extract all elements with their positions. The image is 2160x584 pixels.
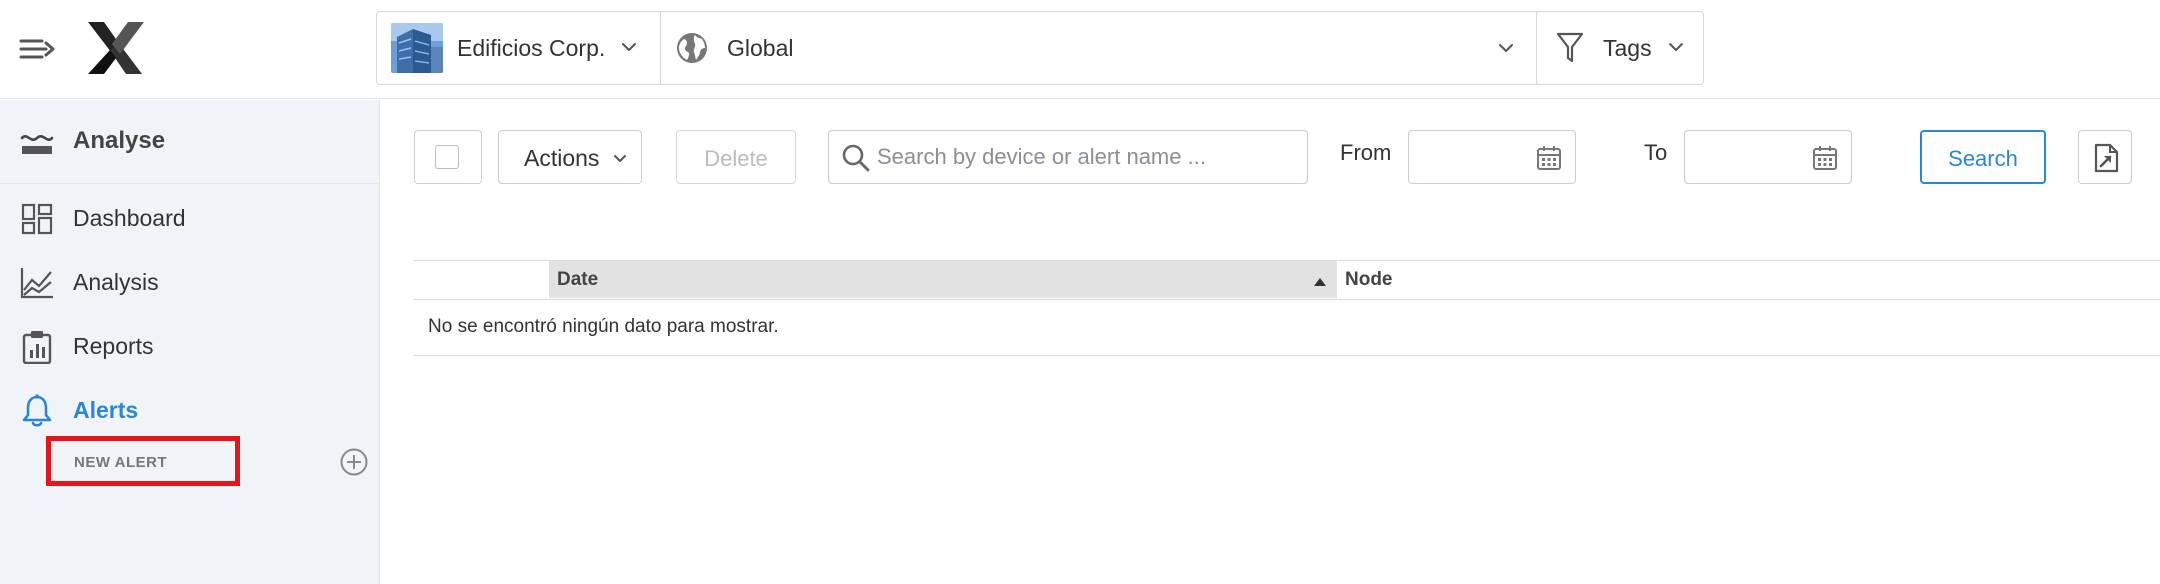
chevron-down-icon [621,39,637,57]
sidebar: Analyse Dashboard Analysis Reports Alert… [0,100,380,584]
chevron-down-icon [1498,40,1514,58]
context-selector-bar: Edificios Corp. Global Tags [376,11,1704,85]
to-label: To [1644,140,1668,165]
bell-icon [20,394,54,428]
calendar-icon [1812,145,1838,176]
from-date-input[interactable] [1408,130,1576,184]
search-button-label: Search [1948,146,2018,171]
export-button[interactable] [2078,130,2132,184]
search-button[interactable]: Search [1920,130,2046,184]
company-selector[interactable]: Edificios Corp. [377,12,661,84]
analysis-chart-icon [20,266,54,300]
to-date-input[interactable] [1684,130,1852,184]
reports-clipboard-icon [20,330,54,365]
sidebar-item-label: Dashboard [73,205,186,231]
from-label: From [1340,140,1392,165]
globe-icon [675,31,709,65]
company-name: Edificios Corp. [457,34,606,61]
sidebar-item-alerts[interactable]: Alerts [0,382,380,438]
alerts-table: Date Node No se encontró ningún dato par… [414,260,2160,356]
select-all-checkbox[interactable] [414,130,482,184]
scope-name: Global [727,34,794,61]
sidebar-item-label: Alerts [73,397,139,423]
filter-funnel-icon [1555,31,1585,65]
new-alert-label: NEW ALERT [74,454,168,471]
add-circle-icon[interactable] [339,447,369,477]
sort-ascending-icon [1313,274,1327,292]
checkbox-box [435,145,459,169]
top-bar: Edificios Corp. Global Tags [0,0,2160,99]
table-header: Date Node [414,260,2160,300]
column-header-label: Date [557,269,599,290]
chevron-down-icon [1668,39,1684,57]
sidebar-section-analyse[interactable]: Analyse [0,100,380,184]
main-content: Actions Delete From To [380,100,2160,584]
brand-logo[interactable] [86,20,146,76]
sidebar-item-reports[interactable]: Reports [0,318,380,374]
analyse-wave-icon [20,130,54,161]
sidebar-item-label: Reports [73,333,154,359]
empty-state-message: No se encontró ningún dato para mostrar. [428,316,779,337]
table-empty-row: No se encontró ningún dato para mostrar. [414,300,2160,356]
sidebar-section-title: Analyse [73,127,166,154]
delete-label: Delete [704,146,768,171]
menu-expand-icon[interactable] [18,30,58,70]
scope-selector[interactable]: Global [661,12,1537,84]
search-field[interactable] [828,130,1308,184]
search-icon [841,143,871,178]
actions-label: Actions [524,145,600,171]
search-input[interactable] [877,139,1297,175]
column-header-label: Node [1345,269,1393,290]
table-header-select-column [414,261,549,298]
tags-filter[interactable]: Tags [1537,12,1703,84]
chevron-down-icon [613,151,627,169]
dashboard-icon [20,202,54,236]
export-document-icon [2092,143,2120,178]
tags-label: Tags [1603,34,1652,61]
delete-button[interactable]: Delete [676,130,796,184]
sidebar-item-dashboard[interactable]: Dashboard [0,190,380,246]
company-building-thumbnail [391,23,443,73]
column-header-date[interactable]: Date [549,261,1337,298]
actions-dropdown[interactable]: Actions [498,130,642,184]
sidebar-item-label: Analysis [73,269,159,295]
new-alert-link[interactable]: NEW ALERT [46,436,240,486]
calendar-icon [1536,145,1562,176]
sidebar-item-analysis[interactable]: Analysis [0,254,380,310]
